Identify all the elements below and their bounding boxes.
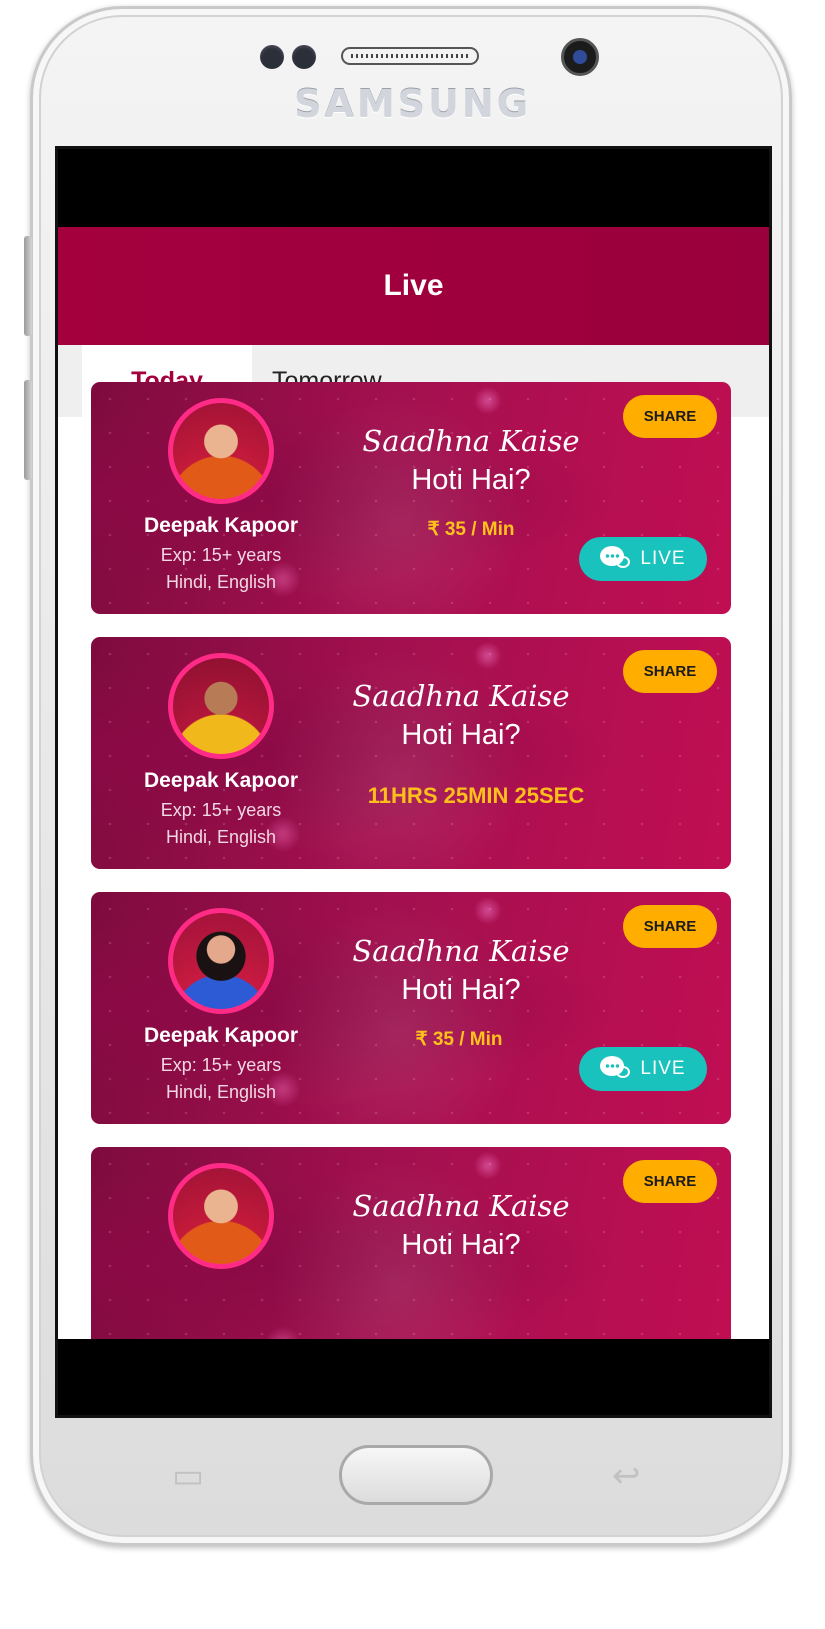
back-icon[interactable]: ↩ [612, 1456, 641, 1496]
topic-line-2: Hoti Hai? [401, 719, 521, 751]
volume-down-button [24, 380, 32, 480]
app-root: Live Today Tomorrow Deepak Kapoor Exp: 1… [58, 227, 769, 1342]
chat-support-icon [600, 546, 631, 572]
share-button[interactable]: SHARE [623, 1160, 717, 1203]
share-button[interactable]: SHARE [623, 650, 717, 693]
topic-line-2: Hoti Hai? [401, 1229, 521, 1261]
live-session-list: Deepak Kapoor Exp: 15+ years Hindi, Engl… [91, 382, 731, 1342]
session-price: ₹ 35 / Min [415, 1029, 503, 1050]
astrologer-experience: Exp: 15+ years [160, 1055, 282, 1075]
earpiece-speaker [341, 47, 479, 65]
session-topic: Saadhna Kaise Hoti Hai? [321, 424, 621, 497]
astrologer-avatar [168, 1163, 274, 1269]
astrologer-avatar [168, 908, 274, 1014]
astrologer-languages: Hindi, English [165, 827, 277, 847]
astrologer-avatar [168, 398, 274, 504]
live-session-card[interactable]: Deepak Kapoor Exp: 15+ years Hindi, Engl… [91, 382, 731, 614]
live-button[interactable]: LIVE [579, 537, 707, 581]
astrologer-experience: Exp: 15+ years [160, 545, 282, 565]
live-label: LIVE [640, 1058, 686, 1079]
live-session-card[interactable]: Deepak Kapoor Exp: 15+ years Hindi, Engl… [91, 892, 731, 1124]
topic-line-1: Saadhna Kaise [352, 1189, 570, 1223]
live-session-card[interactable]: Saadhna Kaise Hoti Hai? SHARE [91, 1147, 731, 1342]
brand-logo: SAMSUNG [294, 82, 531, 126]
app-header: Live [58, 227, 769, 345]
topic-line-2: Hoti Hai? [411, 464, 531, 496]
session-price: ₹ 35 / Min [427, 519, 515, 540]
topic-line-1: Saadhna Kaise [352, 679, 570, 713]
share-button[interactable]: SHARE [623, 905, 717, 948]
session-topic: Saadhna Kaise Hoti Hai? [311, 934, 611, 1007]
astrologer-languages: Hindi, English [165, 572, 277, 592]
share-button[interactable]: SHARE [623, 395, 717, 438]
topic-line-2: Hoti Hai? [401, 974, 521, 1006]
session-countdown: 11HRS 25MIN 25SEC [367, 783, 585, 808]
home-button[interactable] [339, 1445, 493, 1505]
topic-line-1: Saadhna Kaise [362, 424, 580, 458]
astrologer-name: Deepak Kapoor [143, 514, 299, 537]
session-topic: Saadhna Kaise Hoti Hai? [311, 679, 611, 752]
astrologer-languages: Hindi, English [165, 1082, 277, 1102]
session-topic: Saadhna Kaise Hoti Hai? [311, 1189, 611, 1262]
status-bar [58, 149, 769, 227]
recent-apps-icon[interactable]: ▭ [172, 1456, 204, 1496]
live-label: LIVE [640, 548, 686, 569]
front-camera [561, 38, 599, 76]
chat-support-icon [600, 1056, 631, 1082]
astrologer-avatar [168, 653, 274, 759]
topic-line-1: Saadhna Kaise [352, 934, 570, 968]
live-session-card[interactable]: Deepak Kapoor Exp: 15+ years Hindi, Engl… [91, 637, 731, 869]
volume-up-button [24, 236, 32, 336]
sensor-dot [292, 45, 316, 69]
astrologer-experience: Exp: 15+ years [160, 800, 282, 820]
device-screen: Live Today Tomorrow Deepak Kapoor Exp: 1… [55, 146, 772, 1418]
astrologer-name: Deepak Kapoor [143, 769, 299, 792]
sensor-dot [260, 45, 284, 69]
live-button[interactable]: LIVE [579, 1047, 707, 1091]
astrologer-name: Deepak Kapoor [143, 1024, 299, 1047]
system-nav-bar [58, 1339, 769, 1415]
page-title: Live [383, 269, 444, 302]
